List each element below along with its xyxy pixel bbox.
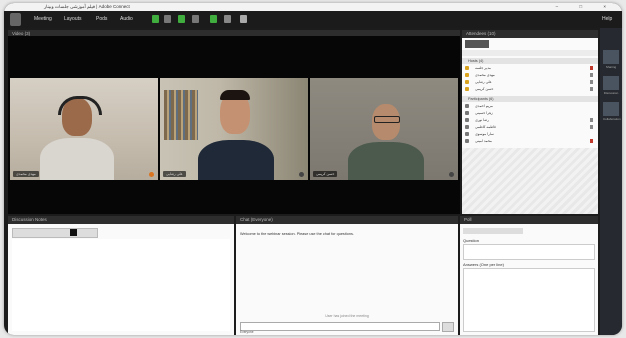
menu-pods[interactable]: Pods <box>96 16 107 22</box>
layout-thumb[interactable]: Sharing <box>603 50 619 69</box>
video-tile[interactable]: علی رضایی <box>160 78 308 180</box>
attendee-list-empty-area <box>462 148 598 214</box>
participant-hair <box>220 90 250 100</box>
app-logo-icon <box>10 13 21 26</box>
attendees-pod-header: Attendees (10) <box>462 30 598 38</box>
connection-status-icon <box>152 15 159 23</box>
list-item[interactable]: مهدی محمدی <box>465 72 595 78</box>
send-icon[interactable] <box>442 322 454 332</box>
text-color-icon[interactable] <box>70 229 77 236</box>
video-pod: مهدی محمدی علی رضایی حسن کریمی <box>8 36 460 214</box>
participant-icon <box>465 125 469 129</box>
mic-icon <box>299 172 304 177</box>
mic-icon <box>449 172 454 177</box>
attendees-pod-title: Attendees (10) <box>466 31 496 36</box>
participant-body <box>40 138 114 180</box>
participant-body <box>348 142 424 180</box>
notes-pod-header: Discussion Notes <box>8 216 234 224</box>
host-icon <box>465 87 469 91</box>
notes-pod-title: Discussion Notes <box>12 217 47 222</box>
participant-name: مهدی محمدی <box>13 171 39 177</box>
poll-question-label: Question <box>463 238 480 243</box>
participant-name: حسن کریمی <box>313 171 338 177</box>
layouts-bar: Sharing Discussion Collaboration <box>600 28 622 335</box>
participant-body <box>198 140 274 180</box>
microphone-icon[interactable] <box>178 15 185 23</box>
glasses-icon <box>374 116 400 123</box>
status-icon <box>590 87 593 91</box>
menu-audio[interactable]: Audio <box>120 16 133 22</box>
poll-answers-input[interactable] <box>463 268 595 332</box>
list-item[interactable]: مدیر جلسه <box>465 65 595 71</box>
app-window: فیلم آموزشی جلسات وبینار | Adobe Connect… <box>4 3 622 335</box>
list-item[interactable]: سارا موسوی <box>465 131 595 137</box>
host-icon <box>465 73 469 77</box>
status-icon <box>590 66 593 70</box>
status-icon <box>590 73 593 77</box>
list-item[interactable]: رضا نوری <box>465 117 595 123</box>
chat-message: Welcome to the webinar session. Please u… <box>240 232 354 236</box>
participant-icon <box>465 132 469 136</box>
list-item[interactable]: حسن کریمی <box>465 86 595 92</box>
list-item[interactable]: مریم احمدی <box>465 103 595 109</box>
menu-help[interactable]: Help <box>602 16 612 22</box>
raise-hand-icon[interactable] <box>210 15 217 23</box>
hosts-section[interactable]: Hosts (4) <box>462 58 598 64</box>
pencil-icon[interactable] <box>240 15 247 23</box>
layout-thumb[interactable]: Discussion <box>603 76 619 95</box>
attendee-view-toggle-icon[interactable] <box>465 40 489 48</box>
notes-formatting-toolbar[interactable] <box>12 228 98 238</box>
attendee-toolbar <box>462 50 598 56</box>
status-icon <box>590 139 593 143</box>
chat-recipient[interactable]: Everyone <box>240 330 300 335</box>
menu-layouts[interactable]: Layouts <box>64 16 82 22</box>
status-icon[interactable] <box>224 15 231 23</box>
participant-icon <box>465 139 469 143</box>
list-item[interactable]: محمد امینی <box>465 138 595 144</box>
poll-answers-label: Answers (One per line) <box>463 262 504 267</box>
poll-pod-title: Poll <box>464 217 472 222</box>
video-tile[interactable]: حسن کریمی <box>310 78 458 180</box>
chat-pod-header: Chat (Everyone) <box>236 216 458 224</box>
chat-pod-title: Chat (Everyone) <box>240 217 273 222</box>
host-icon <box>465 80 469 84</box>
participant-name: علی رضایی <box>163 171 186 177</box>
poll-type-select[interactable] <box>463 228 523 234</box>
menu-meeting[interactable]: Meeting <box>34 16 52 22</box>
notes-editor[interactable] <box>12 239 230 331</box>
camera-icon[interactable] <box>192 15 199 23</box>
layout-thumb[interactable]: Collaboration <box>603 102 621 121</box>
title-bar: فیلم آموزشی جلسات وبینار | Adobe Connect… <box>4 3 622 11</box>
window-title: فیلم آموزشی جلسات وبینار | Adobe Connect <box>44 4 130 9</box>
participant-icon <box>465 118 469 122</box>
list-item[interactable]: زهرا حسینی <box>465 110 595 116</box>
list-item[interactable]: علی رضایی <box>465 79 595 85</box>
status-icon <box>590 80 593 84</box>
chat-pod: Welcome to the webinar session. Please u… <box>236 224 458 335</box>
poll-pod-header: Poll <box>460 216 598 224</box>
participant-icon <box>465 104 469 108</box>
mic-active-icon <box>149 172 154 177</box>
attendees-pod: Hosts (4) مدیر جلسه مهدی محمدی علی رضایی… <box>462 38 598 214</box>
poll-question-input[interactable] <box>463 244 595 260</box>
notes-pod <box>8 224 234 335</box>
chat-status-text: User has joined the meeting <box>325 314 369 318</box>
video-tile[interactable]: مهدی محمدی <box>10 78 158 180</box>
host-icon <box>465 66 469 70</box>
participant-icon <box>465 111 469 115</box>
menu-bar: Meeting Layouts Pods Audio Help <box>4 11 622 28</box>
poll-pod: Question Answers (One per line) <box>460 224 598 335</box>
participants-section[interactable]: Participants (6) <box>462 96 598 102</box>
window-controls[interactable]: – □ × <box>556 3 616 11</box>
speaker-icon[interactable] <box>164 15 171 23</box>
list-item[interactable]: فاطمه کاظمی <box>465 124 595 130</box>
status-icon <box>590 125 593 129</box>
bookshelf <box>164 90 198 140</box>
status-icon <box>590 118 593 122</box>
